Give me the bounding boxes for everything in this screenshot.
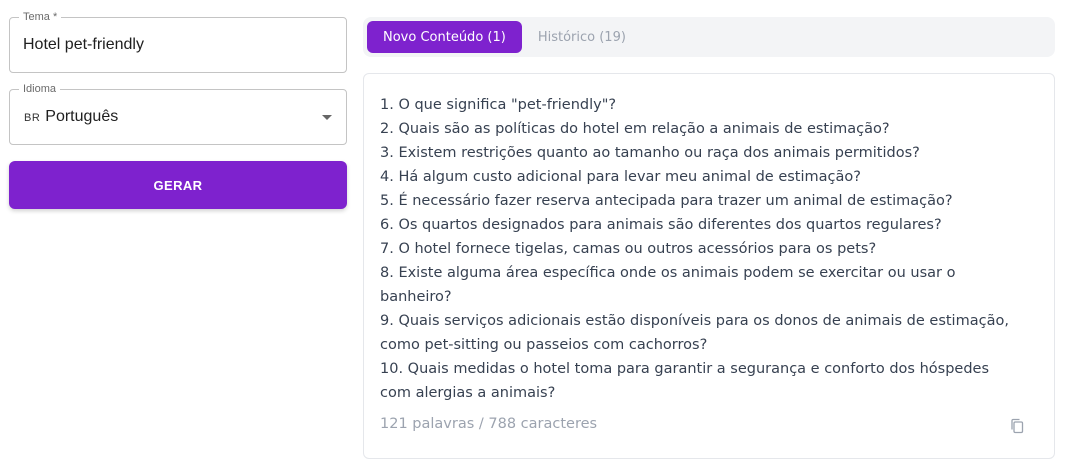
idioma-selected-value: BR Português — [24, 108, 118, 126]
tema-label: Tema * — [19, 10, 62, 24]
tab-historico[interactable]: Histórico (19) — [522, 21, 642, 53]
tab-bar: Novo Conteúdo (1) Histórico (19) — [363, 17, 1055, 57]
idioma-select[interactable]: Idioma BR Português — [9, 82, 347, 145]
brazil-flag-icon: BR — [24, 112, 41, 124]
dropdown-arrow-icon[interactable] — [322, 115, 332, 120]
generated-questions-text: 1. O que significa "pet-friendly"? 2. Qu… — [380, 97, 1009, 401]
idioma-value: Português — [45, 108, 119, 125]
generated-content-panel: 1. O que significa "pet-friendly"? 2. Qu… — [363, 73, 1055, 459]
tema-field[interactable]: Tema * — [9, 10, 347, 73]
tab-novo-conteudo[interactable]: Novo Conteúdo (1) — [367, 21, 522, 53]
tema-input[interactable] — [23, 35, 306, 55]
generate-button[interactable]: GERAR — [9, 161, 347, 209]
generator-form: Tema * Idioma BR Português GERAR — [9, 10, 347, 209]
copy-icon[interactable] — [1010, 418, 1024, 434]
idioma-label: Idioma — [19, 82, 61, 96]
word-character-count: 121 palavras / 788 caracteres — [380, 416, 598, 432]
